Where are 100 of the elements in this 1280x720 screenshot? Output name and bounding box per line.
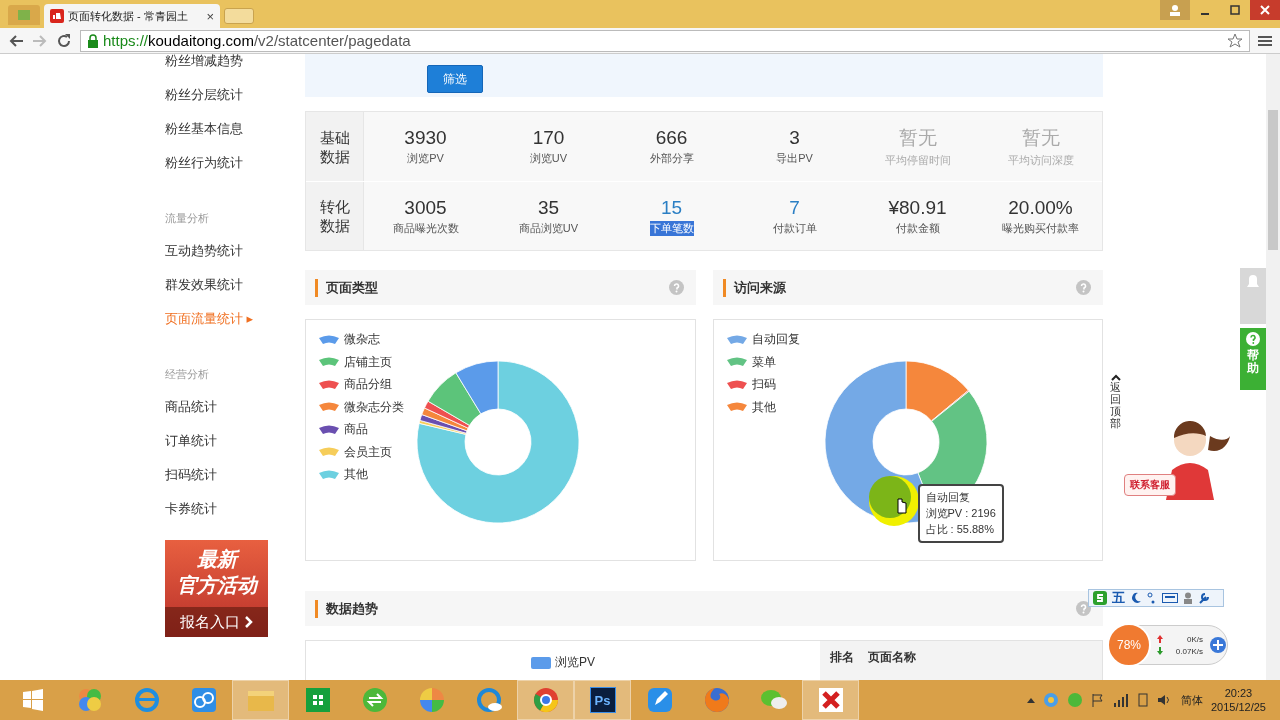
chrome-icon[interactable]: [531, 686, 560, 714]
sidebar-heading: 流量分析: [165, 211, 210, 226]
sidebar-item[interactable]: 互动趋势统计: [165, 234, 305, 268]
caret-icon: [1110, 374, 1121, 381]
tab-close-button[interactable]: ×: [206, 8, 214, 24]
upload-speed: 0K/s: [1187, 634, 1203, 644]
input-language[interactable]: 简体: [1180, 692, 1203, 708]
caret-icon[interactable]: [1026, 697, 1035, 703]
column-header: 页面名称: [868, 649, 916, 666]
stat-label: 下单笔数: [649, 220, 694, 236]
pen-icon[interactable]: [645, 686, 674, 714]
down-arrow-icon: [1157, 647, 1163, 655]
window-icon: [17, 9, 31, 21]
tooltip-line: 浏览PV : 2196: [925, 506, 996, 521]
stat-label: 外部分享: [649, 151, 694, 166]
row-label: 基础数据: [306, 112, 364, 181]
star-icon[interactable]: [1227, 32, 1243, 49]
cloud-icon[interactable]: [189, 686, 218, 714]
stat-value: 3: [789, 127, 800, 149]
stat-value: 暂无: [898, 126, 937, 150]
section-title: 页面类型: [326, 278, 379, 297]
legend-label: 菜单: [751, 353, 776, 371]
new-tab-button[interactable]: [224, 8, 254, 24]
close-icon[interactable]: [816, 686, 845, 714]
stat-value: 170: [532, 127, 565, 149]
stat-value: 3930: [404, 127, 447, 149]
minimize-icon: [1201, 13, 1209, 15]
stat-value[interactable]: 7: [789, 196, 800, 219]
maximize-icon: [1230, 5, 1240, 15]
windows-icon: [21, 689, 44, 711]
ring-icon[interactable]: [474, 686, 503, 714]
stat-label: 浏览PV: [407, 151, 444, 166]
photoshop-icon[interactable]: Ps: [589, 687, 616, 713]
tooltip-title: 自动回复: [925, 490, 971, 505]
help-icon[interactable]: [1076, 601, 1091, 616]
up-arrow-icon: [1157, 635, 1163, 643]
sidebar-item[interactable]: 扫码统计: [165, 458, 305, 492]
help-icon[interactable]: [668, 280, 684, 295]
moon-icon[interactable]: [1130, 592, 1142, 604]
reload-icon[interactable]: [56, 32, 72, 49]
legend-label: 自动回复: [751, 331, 800, 349]
keyboard-icon[interactable]: [1162, 592, 1178, 604]
plus-icon[interactable]: [1209, 636, 1227, 654]
section-title: 访问来源: [733, 278, 787, 297]
stat-value: 暂无: [1021, 126, 1060, 150]
legend-label: 会员主页: [344, 443, 392, 461]
sync-icon[interactable]: [360, 686, 389, 714]
sidebar-item[interactable]: 商品统计: [165, 390, 305, 424]
help-icon[interactable]: [1076, 280, 1091, 295]
punctuation-icon[interactable]: [1147, 592, 1157, 604]
legend-label: 微杂志: [344, 331, 380, 349]
filter-button[interactable]: 筛选: [427, 65, 483, 93]
banner-text: 官方活动: [176, 573, 257, 598]
lock-icon: [87, 33, 99, 48]
tab-title: 页面转化数据 - 常青园土: [68, 8, 189, 24]
ime-mode[interactable]: 五: [1112, 589, 1125, 607]
legend-label: 其他: [344, 466, 368, 484]
signup-link[interactable]: 报名入口: [165, 607, 268, 637]
sidebar-item[interactable]: 订单统计: [165, 424, 305, 458]
column-header: 排名: [830, 649, 854, 666]
legend-label: 店铺主页: [344, 353, 392, 371]
stat-label: 平均访问深度: [1007, 153, 1074, 168]
stat-label: 付款金额: [895, 220, 940, 236]
browser-tab[interactable]: 页面转化数据 - 常青园土 ×: [44, 4, 220, 28]
clock[interactable]: 20:23 2015/12/25: [1210, 686, 1266, 714]
sidebar-item[interactable]: 粉丝增减趋势: [165, 54, 305, 78]
sidebar-item[interactable]: 粉丝分层统计: [165, 78, 305, 112]
stat-label: 商品浏览UV: [518, 220, 579, 236]
sidebar-item[interactable]: 粉丝行为统计: [165, 146, 305, 180]
sidebar-item[interactable]: 群发效果统计: [165, 268, 305, 302]
sidebar-item[interactable]: 粉丝基本信息: [165, 112, 305, 146]
flag-icon[interactable]: [1090, 693, 1105, 707]
signal-icon[interactable]: [1112, 693, 1129, 707]
donut-slice[interactable]: [427, 372, 482, 426]
user-icon[interactable]: [1183, 592, 1193, 604]
user-icon: [1169, 4, 1181, 16]
scrollbar[interactable]: [1266, 54, 1280, 680]
pinwheel-icon[interactable]: [417, 686, 446, 714]
stat-value[interactable]: 15: [660, 196, 683, 219]
stat-value: 666: [655, 127, 688, 149]
sidebar-item[interactable]: 卡券统计: [165, 492, 305, 526]
stat-value: ¥80.91: [888, 196, 947, 219]
tray-icon[interactable]: [1042, 692, 1059, 708]
promo-banner[interactable]: 最新 官方活动 报名入口: [165, 540, 268, 637]
customer-service-link[interactable]: 联系客服: [1124, 474, 1176, 496]
menu-icon[interactable]: [1258, 33, 1272, 48]
bell-icon: [1246, 274, 1260, 290]
wrench-icon[interactable]: [1198, 592, 1210, 604]
forward-icon[interactable]: [32, 33, 48, 48]
legend-label: 扫码: [751, 376, 776, 394]
globe-icon[interactable]: [702, 686, 731, 714]
back-icon[interactable]: [8, 33, 24, 48]
store-icon[interactable]: [304, 687, 331, 713]
back-to-top-link[interactable]: 返回顶部: [1110, 374, 1121, 430]
download-speed: 0.07K/s: [1175, 646, 1203, 656]
device-icon[interactable]: [1136, 693, 1149, 707]
address-field[interactable]: https://koudaitong.com/v2/statcenter/pagedata: [80, 29, 1250, 52]
close-button[interactable]: [1250, 0, 1280, 20]
stat-label: 导出PV: [776, 151, 813, 166]
chevron-icon: [244, 616, 253, 628]
